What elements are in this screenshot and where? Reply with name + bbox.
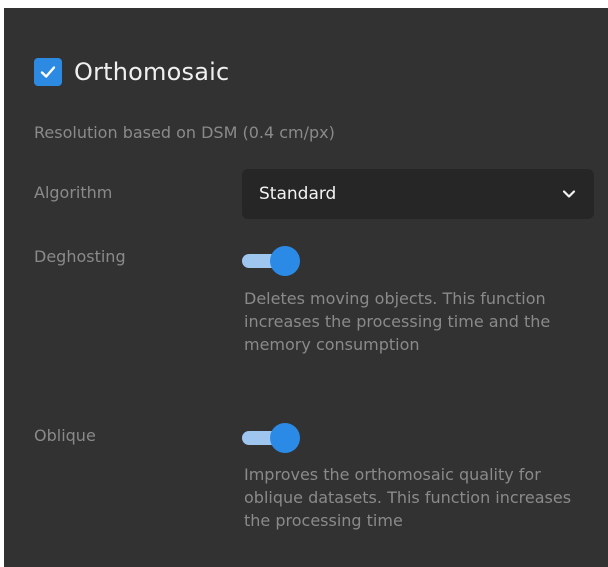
oblique-toggle-knob (270, 423, 300, 453)
algorithm-select[interactable]: Standard (242, 169, 594, 219)
deghosting-description: Deletes moving objects. This function in… (244, 289, 551, 354)
algorithm-selected-value: Standard (259, 184, 337, 204)
orthomosaic-settings-panel: Orthomosaic Resolution based on DSM (0.4… (4, 8, 608, 567)
deghosting-label: Deghosting (34, 247, 126, 266)
chevron-down-icon (562, 190, 576, 198)
oblique-label: Oblique (34, 426, 96, 445)
algorithm-label: Algorithm (34, 183, 113, 202)
orthomosaic-checkbox[interactable] (34, 58, 62, 86)
resolution-info: Resolution based on DSM (0.4 cm/px) (34, 123, 335, 142)
orthomosaic-header: Orthomosaic (34, 58, 229, 86)
orthomosaic-title: Orthomosaic (74, 58, 230, 86)
deghosting-toggle-knob (270, 246, 300, 276)
checkmark-icon (40, 66, 56, 78)
oblique-description: Improves the orthomosaic quality for obl… (244, 465, 572, 530)
oblique-toggle[interactable] (242, 422, 300, 453)
deghosting-toggle[interactable] (242, 245, 300, 276)
